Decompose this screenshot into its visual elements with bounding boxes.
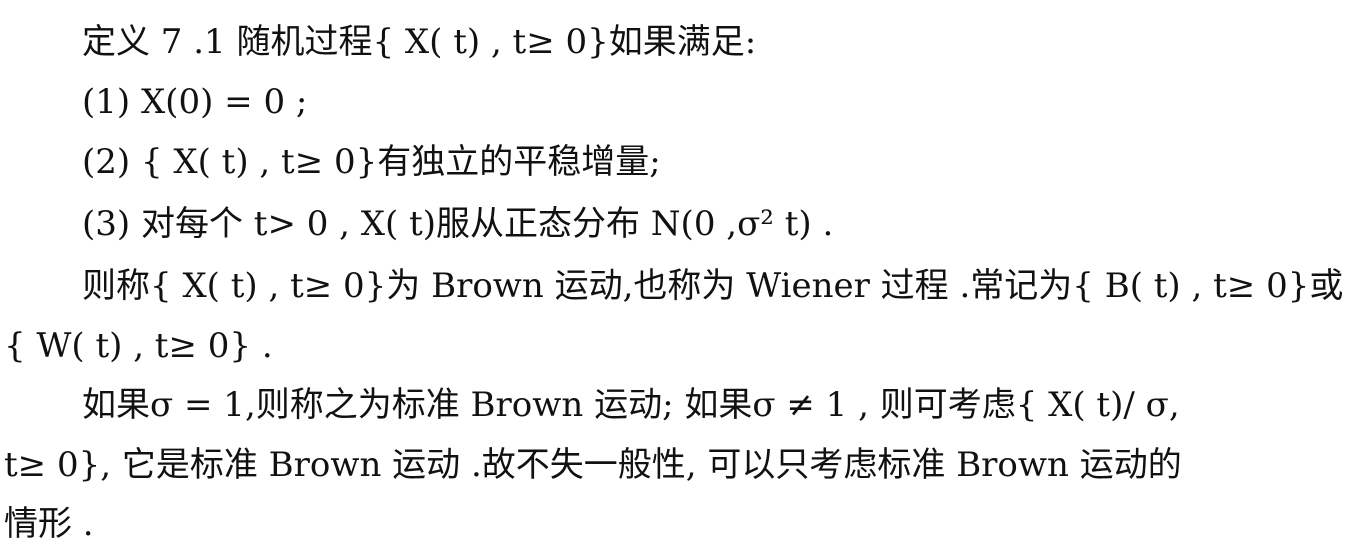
condition-1-line: (1) X(0) = 0 ;	[0, 72, 1346, 132]
text-line: (3) 对每个 t> 0 , X( t)服从正态分布 N(0 ,σ² t) .	[82, 204, 834, 244]
text-line: t≥ 0}, 它是标准 Brown 运动 .故不失一般性, 可以只考虑标准 Br…	[4, 445, 1182, 485]
text-line: (1) X(0) = 0 ;	[82, 82, 308, 122]
text-line: { W( t) , t≥ 0} .	[4, 326, 273, 366]
document-page: 定义 7 .1 随机过程{ X( t) , t≥ 0}如果满足: (1) X(0…	[0, 0, 1346, 546]
definition-title-line: 定义 7 .1 随机过程{ X( t) , t≥ 0}如果满足:	[0, 12, 1346, 72]
condition-2-line: (2) { X( t) , t≥ 0}有独立的平稳增量;	[0, 132, 1346, 192]
final-line: 情形 .	[0, 494, 1346, 554]
text-line: 如果σ = 1,则称之为标准 Brown 运动; 如果σ ≠ 1 , 则可考虑{…	[82, 385, 1180, 425]
brown-motion-definition-line: 则称{ X( t) , t≥ 0}为 Brown 运动,也称为 Wiener 过…	[0, 256, 1346, 316]
generality-line: t≥ 0}, 它是标准 Brown 运动 .故不失一般性, 可以只考虑标准 Br…	[0, 435, 1346, 495]
wiener-notation-line: { W( t) , t≥ 0} .	[0, 316, 1346, 376]
text-line: 则称{ X( t) , t≥ 0}为 Brown 运动,也称为 Wiener 过…	[82, 266, 1344, 306]
condition-3-line: (3) 对每个 t> 0 , X( t)服从正态分布 N(0 ,σ² t) .	[0, 194, 1346, 254]
standard-brown-line: 如果σ = 1,则称之为标准 Brown 运动; 如果σ ≠ 1 , 则可考虑{…	[0, 375, 1346, 435]
text-line: 情形 .	[4, 504, 94, 544]
text-line: 定义 7 .1 随机过程{ X( t) , t≥ 0}如果满足:	[82, 22, 757, 62]
text-line: (2) { X( t) , t≥ 0}有独立的平稳增量;	[82, 142, 661, 182]
